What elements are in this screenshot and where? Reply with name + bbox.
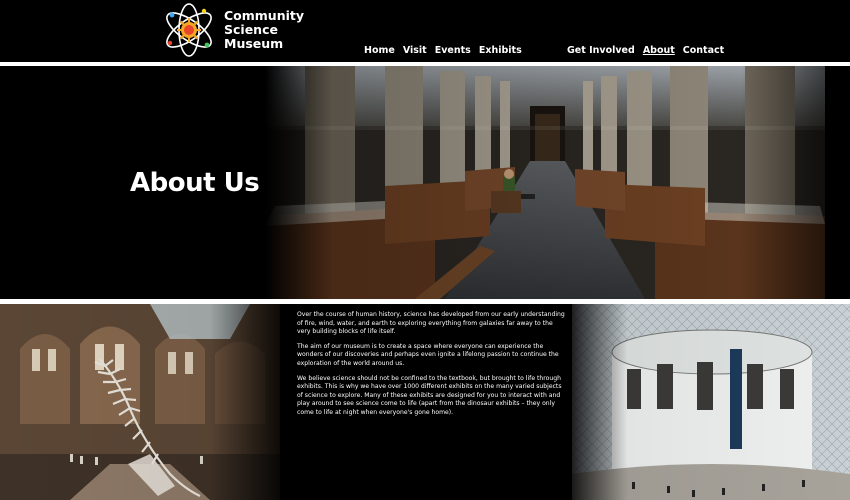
nav-home[interactable]: Home [364, 45, 395, 56]
whale-skeleton-hall-photo [0, 304, 280, 500]
brand-name: Community Science Museum [224, 9, 304, 51]
atom-sun-icon [166, 3, 212, 57]
secondary-nav: Get Involved About Contact [567, 45, 724, 56]
nav-visit[interactable]: Visit [403, 45, 427, 56]
about-paragraph-1: Over the course of human history, scienc… [297, 311, 565, 336]
nav-events[interactable]: Events [435, 45, 471, 56]
nav-exhibits[interactable]: Exhibits [479, 45, 522, 56]
museum-gallery-hall-photo [265, 66, 825, 299]
nav-contact[interactable]: Contact [683, 45, 724, 56]
nav-about[interactable]: About [643, 45, 675, 56]
about-paragraph-2: The aim of our museum is to create a spa… [297, 342, 559, 367]
nav-get-involved[interactable]: Get Involved [567, 45, 635, 56]
brand-line-3: Museum [224, 36, 284, 51]
site-header: Community Science Museum Home Visit Even… [0, 0, 850, 62]
about-paragraph-3: We believe science should not be confine… [297, 374, 562, 416]
about-text: Over the course of human history, scienc… [297, 311, 565, 424]
page: Community Science Museum Home Visit Even… [0, 0, 850, 500]
about-section: Over the course of human history, scienc… [0, 304, 850, 500]
hero-banner: About Us [0, 66, 850, 299]
logo-link[interactable]: Community Science Museum [160, 1, 304, 59]
glass-roof-rotunda-photo [572, 304, 850, 500]
brand-line-1: Community [224, 8, 305, 23]
brand-line-2: Science [224, 22, 278, 37]
page-title: About Us [130, 168, 260, 198]
primary-nav: Home Visit Events Exhibits [364, 45, 522, 56]
